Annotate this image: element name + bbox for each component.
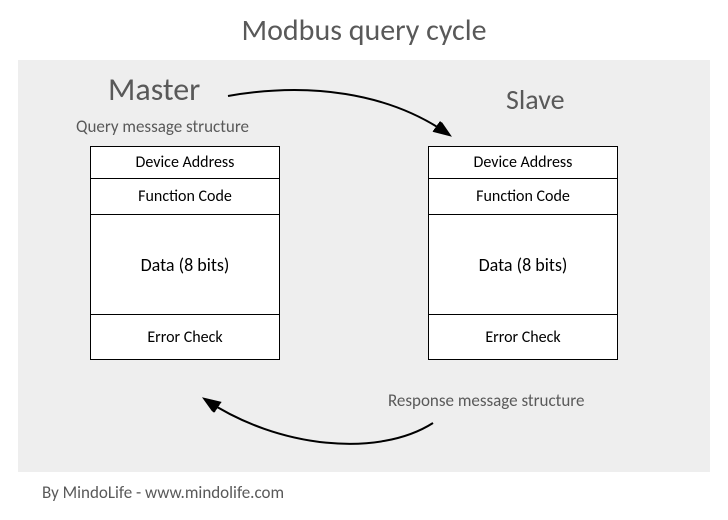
role-label-master: Master	[108, 70, 200, 109]
arrow-query-icon	[218, 74, 478, 154]
slave-message-table: Device Address Function Code Data (8 bit…	[428, 146, 618, 360]
master-cell-data: Data (8 bits)	[91, 215, 279, 315]
slave-cell-error: Error Check	[429, 315, 617, 359]
diagram-title: Modbus query cycle	[0, 0, 728, 49]
master-message-table: Device Address Function Code Data (8 bit…	[90, 146, 280, 360]
arrow-response-icon	[188, 378, 448, 468]
credit-line: By MindoLife - www.mindolife.com	[42, 482, 284, 503]
slave-cell-function: Function Code	[429, 179, 617, 215]
master-cell-error: Error Check	[91, 315, 279, 359]
master-cell-function: Function Code	[91, 179, 279, 215]
slave-cell-data: Data (8 bits)	[429, 215, 617, 315]
role-label-slave: Slave	[506, 82, 565, 117]
diagram-panel: Master Slave Query message structure Dev…	[18, 60, 710, 472]
